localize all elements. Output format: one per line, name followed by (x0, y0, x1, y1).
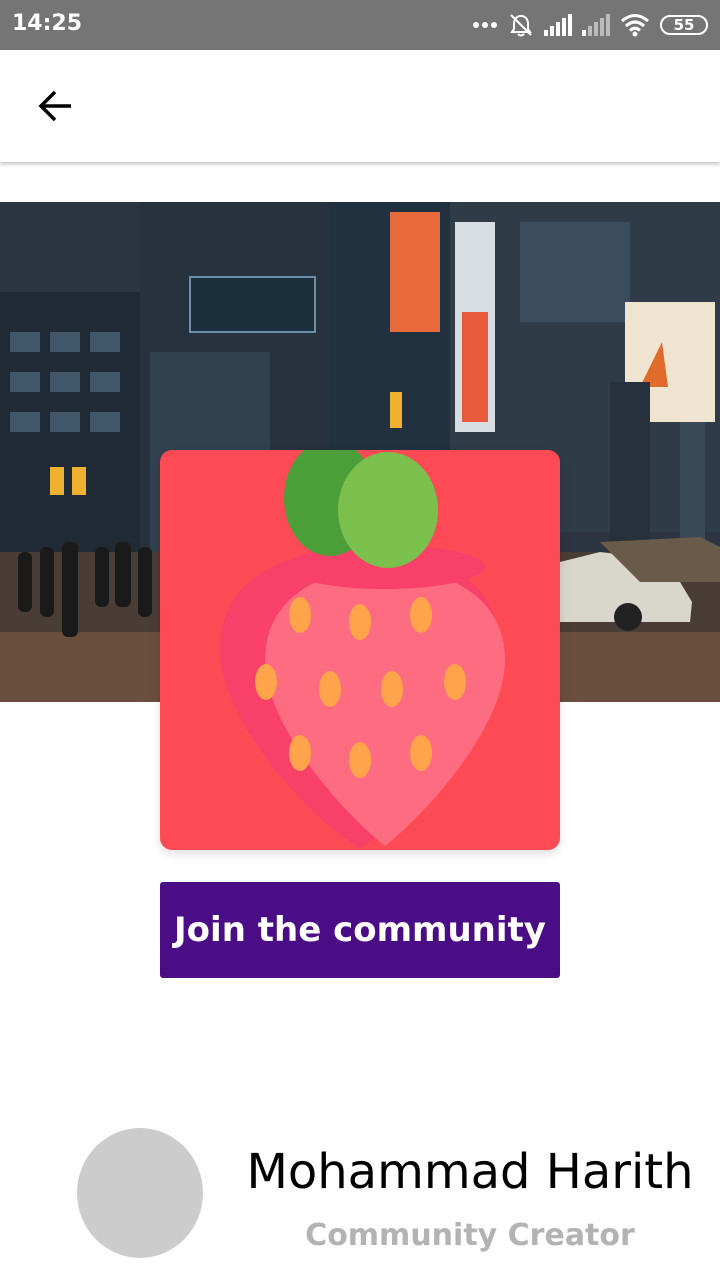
battery-level: 55 (673, 15, 695, 34)
alarm-off-icon (510, 14, 532, 37)
wifi-icon (621, 14, 649, 37)
community-logo (160, 450, 560, 850)
more-dots-icon (473, 22, 497, 28)
status-time: 14:25 (12, 11, 83, 36)
creator-avatar[interactable] (77, 1128, 203, 1258)
join-community-button[interactable]: Join the community (160, 882, 560, 978)
creator-role: Community Creator (305, 1218, 635, 1253)
arrow-back-icon (38, 90, 71, 122)
creator-name: Mohammad Harith (246, 1144, 694, 1200)
signal-weak-icon (582, 14, 610, 36)
strawberry-icon (220, 450, 505, 848)
battery-icon: 55 (660, 15, 708, 35)
status-icons: 55 (472, 10, 708, 40)
app-bar (0, 50, 720, 162)
status-bar: 14:25 55 (0, 0, 720, 50)
signal-icon (544, 14, 572, 36)
back-button[interactable] (26, 72, 86, 140)
